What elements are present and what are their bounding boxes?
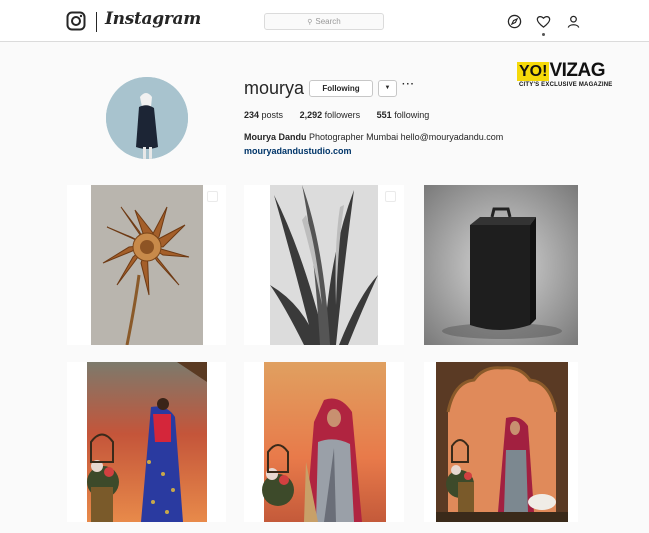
posts-count: 234 (244, 110, 260, 120)
post-tile-arch[interactable] (424, 362, 578, 522)
followers-count: 2,292 (299, 110, 323, 120)
post-tile-flower[interactable] (67, 185, 226, 345)
heart-icon[interactable] (536, 14, 551, 29)
carousel-icon (385, 191, 396, 202)
following-label: following (394, 110, 430, 120)
profile-bio: Mourya Dandu Photographer Mumbai hello@m… (244, 132, 503, 142)
top-nav: Instagram ⚲ Search (0, 0, 649, 42)
yo-vizag-logo: YO! VIZAG CITY'S EXCLUSIVE MAGAZINE (517, 60, 612, 88)
profile-full-name: Mourya Dandu (244, 132, 307, 142)
carousel-icon (207, 191, 218, 202)
post-tile-agave[interactable] (244, 185, 404, 345)
followers-label: followers (324, 110, 361, 120)
suggestions-dropdown-button[interactable]: ▼ (378, 80, 397, 97)
posts-stat: 234 posts (244, 110, 283, 120)
nav-divider (96, 12, 97, 32)
instagram-camera-icon[interactable] (66, 11, 86, 31)
logo-vizag: VIZAG (549, 60, 606, 81)
posts-label: posts (261, 110, 284, 120)
following-button[interactable]: Following (309, 80, 373, 97)
post-tile-blue-saree[interactable] (67, 362, 226, 522)
search-placeholder: Search (315, 17, 341, 26)
following-stat[interactable]: 551 following (377, 110, 430, 120)
more-options-icon[interactable]: ··· (402, 80, 415, 90)
logo-tagline: CITY'S EXCLUSIVE MAGAZINE (519, 82, 613, 88)
search-icon: ⚲ (307, 19, 313, 26)
caret-down-icon: ▼ (384, 85, 391, 91)
search-input[interactable]: ⚲ Search (264, 13, 384, 30)
following-count: 551 (376, 110, 392, 120)
profile-stats: 234 posts 2,292 followers 551 following (244, 110, 443, 120)
logo-yo: YO! (517, 62, 550, 81)
instagram-wordmark[interactable]: Instagram (105, 9, 201, 29)
compass-icon[interactable] (507, 14, 522, 29)
post-tile-red-veil[interactable] (244, 362, 404, 522)
post-tile-box[interactable] (424, 185, 578, 345)
activity-dot (542, 33, 545, 36)
profile-website-link[interactable]: mouryadandustudio.com (244, 146, 352, 156)
profile-bio-text: Photographer Mumbai hello@mouryadandu.co… (309, 132, 504, 142)
profile-icon[interactable] (566, 14, 581, 29)
profile-avatar[interactable] (106, 77, 188, 159)
followers-stat[interactable]: 2,292 followers (300, 110, 361, 120)
profile-username: mourya (244, 78, 305, 98)
